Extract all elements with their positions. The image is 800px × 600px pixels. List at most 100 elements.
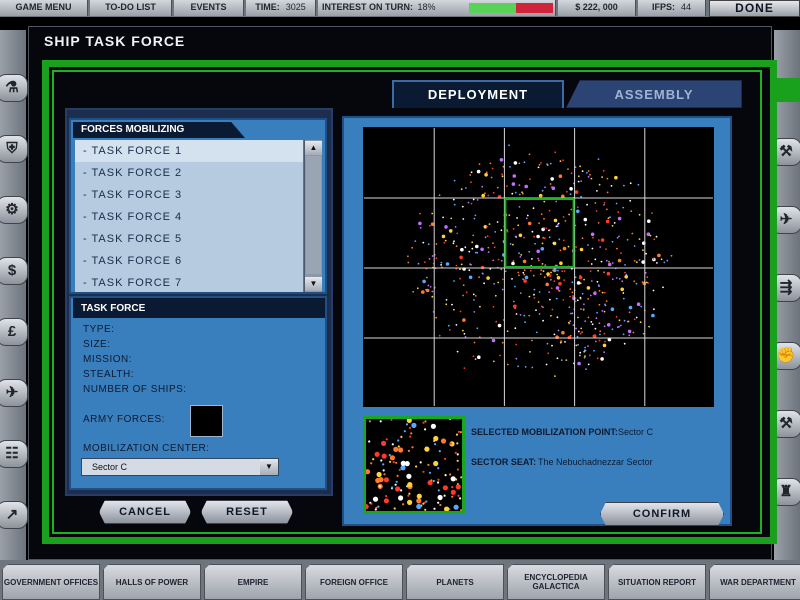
star [556, 273, 559, 276]
galaxy-map[interactable] [363, 127, 714, 407]
star [558, 289, 560, 292]
confirm-button[interactable]: CONFIRM [600, 502, 724, 526]
nav-government-offices[interactable]: GOVERNMENT OFFICES [2, 564, 100, 600]
army-forces-slot[interactable] [190, 405, 223, 437]
star [616, 236, 619, 239]
todo-list-button[interactable]: TO-DO LIST [90, 0, 172, 16]
star [596, 280, 599, 283]
star [524, 275, 529, 280]
star [543, 217, 545, 220]
selected-sector[interactable] [504, 198, 575, 268]
tab-assembly[interactable]: ASSEMBLY [566, 80, 742, 108]
star [506, 185, 508, 187]
star [506, 230, 509, 233]
chart-icon[interactable]: ↗ [0, 501, 28, 529]
nav-planets[interactable]: PLANETS [406, 564, 504, 600]
flask-icon[interactable]: ⚗ [0, 74, 28, 102]
star [487, 194, 490, 197]
star [522, 192, 524, 195]
preview-star [449, 442, 452, 445]
star [645, 252, 647, 255]
star [444, 239, 447, 242]
star [592, 236, 594, 239]
preview-star [424, 420, 427, 423]
shield-icon[interactable]: ⛨ [0, 135, 28, 163]
chevron-down-icon[interactable]: ▼ [260, 459, 278, 475]
preview-star [433, 507, 436, 510]
star [598, 183, 601, 186]
star [517, 365, 519, 368]
star [640, 305, 642, 308]
star [570, 208, 573, 211]
task-force-item[interactable]: - TASK FORCE 2 [75, 162, 303, 184]
pound-icon[interactable]: £ [0, 318, 28, 346]
task-force-item[interactable]: - TASK FORCE 4 [75, 206, 303, 228]
star [583, 356, 586, 359]
nav-war-department[interactable]: WAR DEPARTMENT [709, 564, 800, 600]
sector-seat-value: The Nebuchadnezzar Sector [538, 457, 653, 467]
preview-star [375, 506, 378, 509]
events-button[interactable]: EVENTS [174, 0, 244, 16]
tab-deployment[interactable]: DEPLOYMENT [392, 80, 564, 108]
cog-icon[interactable]: ⚙ [0, 196, 28, 224]
star [537, 166, 540, 169]
reset-button[interactable]: RESET [201, 500, 293, 524]
preview-star [453, 504, 459, 510]
star [426, 276, 428, 279]
nav-foreign-office[interactable]: FOREIGN OFFICE [305, 564, 403, 600]
star [465, 291, 468, 294]
star [555, 297, 558, 300]
star [621, 280, 624, 283]
star [482, 272, 484, 275]
star [471, 241, 474, 244]
star [462, 218, 465, 220]
star [523, 236, 525, 239]
cancel-button[interactable]: CANCEL [99, 500, 191, 524]
star [533, 293, 535, 296]
nav-encyclopedia-galactica[interactable]: ENCYCLOPEDIA GALACTICA [507, 564, 605, 600]
star [579, 332, 582, 335]
star [512, 300, 515, 303]
star [651, 212, 653, 214]
star [540, 269, 543, 271]
done-button[interactable]: DONE [709, 0, 800, 17]
star [590, 263, 593, 265]
star [662, 286, 664, 289]
nav-halls-of-power[interactable]: HALLS OF POWER [103, 564, 201, 600]
star [519, 314, 522, 316]
star [493, 246, 496, 249]
star [638, 238, 641, 240]
star [630, 210, 633, 212]
preview-star [368, 420, 371, 423]
nav-empire[interactable]: EMPIRE [204, 564, 302, 600]
task-force-item[interactable]: - TASK FORCE 3 [75, 184, 303, 206]
mobilization-center-select[interactable]: Sector C ▼ [81, 458, 279, 476]
task-force-item[interactable]: - TASK FORCE 7 [75, 272, 303, 292]
dollar-icon[interactable]: $ [0, 257, 28, 285]
ships-icon[interactable]: ✈ [0, 379, 28, 407]
task-force-item[interactable]: - TASK FORCE 1 [75, 140, 303, 162]
scroll-up-button[interactable]: ▲ [305, 141, 322, 155]
hierarchy-icon[interactable]: ☷ [0, 440, 28, 468]
task-force-scrollbar[interactable]: ▲ ▼ [304, 140, 322, 292]
game-menu-button[interactable]: GAME MENU [0, 0, 88, 16]
expand-tab[interactable] [770, 78, 800, 102]
scroll-thumb[interactable] [306, 156, 321, 274]
nav-situation-report[interactable]: SITUATION REPORT [608, 564, 706, 600]
task-force-item[interactable]: - TASK FORCE 6 [75, 250, 303, 272]
star [551, 186, 556, 190]
star [532, 207, 535, 210]
task-force-item[interactable]: - TASK FORCE 5 [75, 228, 303, 250]
scroll-down-button[interactable]: ▼ [305, 277, 322, 291]
star [605, 248, 607, 250]
star [528, 295, 531, 298]
preview-star [416, 503, 422, 510]
preview-star [395, 461, 398, 464]
star [576, 209, 580, 214]
star [479, 305, 481, 308]
star [596, 311, 598, 314]
preview-star [379, 420, 382, 423]
star [497, 323, 502, 328]
star [603, 332, 606, 335]
star [431, 212, 434, 215]
